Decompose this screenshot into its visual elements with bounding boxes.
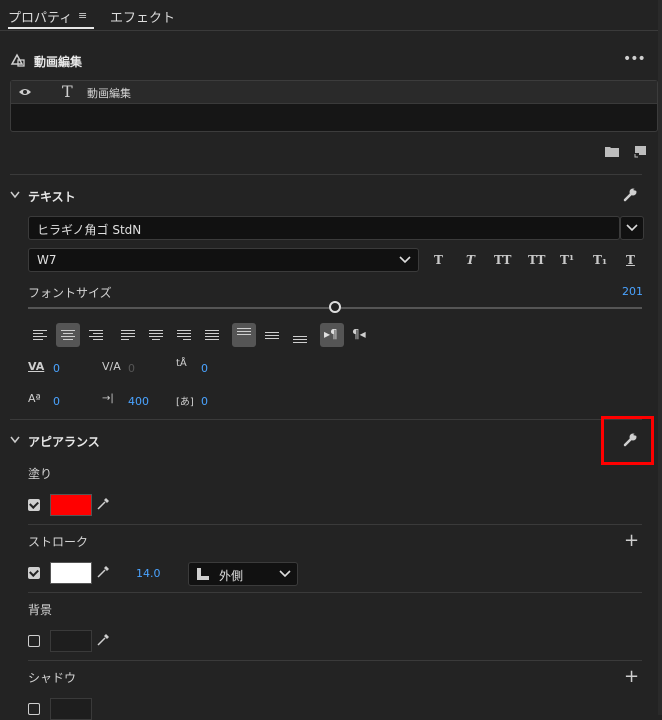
align-left-button[interactable] — [28, 323, 52, 347]
layer-row[interactable]: T 動画編集 — [11, 81, 657, 104]
align-bottom-button[interactable] — [288, 323, 312, 347]
leading-value[interactable]: 0 — [201, 362, 208, 375]
active-tab-indicator — [8, 27, 94, 29]
folder-icon[interactable] — [605, 146, 619, 157]
superscript-button[interactable]: T¹ — [560, 253, 574, 267]
stroke-label: ストローク — [28, 535, 89, 549]
layer-name: 動画編集 — [87, 87, 131, 100]
stroke-position-value: 外側 — [219, 569, 244, 583]
eyedropper-icon[interactable] — [96, 497, 110, 511]
justify-left-button[interactable] — [116, 323, 140, 347]
background-label: 背景 — [28, 603, 53, 617]
kerning-value[interactable]: 0 — [53, 362, 60, 375]
baseline-shift-icon[interactable]: Aª — [28, 392, 41, 405]
paragraph-ltr-icon: ▸¶ — [324, 327, 338, 341]
shadow-label: シャドウ — [28, 671, 77, 685]
tab-effects[interactable]: エフェクト — [110, 7, 175, 26]
stroke-position-select[interactable]: 外側 — [188, 562, 298, 586]
stroke-checkbox[interactable] — [28, 567, 40, 579]
shadow-checkbox[interactable] — [28, 703, 40, 715]
subscript-button[interactable]: T₁ — [593, 253, 607, 267]
chevron-down-icon — [626, 224, 638, 232]
clip-title: 動画編集 — [34, 55, 83, 69]
add-shadow-icon[interactable]: + — [624, 668, 639, 686]
font-size-label: フォントサイズ — [28, 286, 112, 300]
align-middle-button[interactable] — [260, 323, 284, 347]
eye-icon[interactable] — [18, 87, 32, 97]
tracking-icon[interactable]: V/A — [102, 360, 121, 373]
shadow-color-swatch[interactable] — [50, 698, 92, 720]
text-section-title[interactable]: テキスト — [28, 188, 76, 205]
text-direction-rtl-button[interactable]: ¶◂ — [348, 323, 372, 347]
tracking-value[interactable]: 0 — [128, 362, 135, 375]
stroke-width-value[interactable]: 14.0 — [136, 567, 161, 580]
font-family-dropdown-button[interactable] — [620, 216, 644, 240]
eyedropper-icon[interactable] — [96, 633, 110, 647]
font-style-value: W7 — [37, 253, 57, 267]
divider — [28, 592, 642, 593]
divider — [28, 524, 642, 525]
faux-bold-button[interactable]: T — [434, 253, 443, 267]
align-center-button[interactable] — [56, 323, 80, 347]
hamburger-icon[interactable]: ≡ — [78, 9, 87, 22]
tab-properties[interactable]: プロパティ — [8, 7, 72, 26]
small-caps-button[interactable]: TT — [528, 253, 545, 267]
appearance-section-title[interactable]: アピアランス — [28, 433, 100, 450]
baseline-shift-value[interactable]: 0 — [53, 395, 60, 408]
tsume-icon[interactable]: [あ] — [176, 393, 194, 408]
font-family-value: ヒラギノ角ゴ StdN — [37, 223, 142, 237]
chevron-down-icon — [399, 256, 411, 264]
divider — [28, 660, 642, 661]
align-top-button[interactable] — [232, 323, 256, 347]
background-checkbox[interactable] — [28, 635, 40, 647]
leading-icon[interactable]: tÅ — [176, 358, 187, 369]
add-stroke-icon[interactable]: + — [624, 532, 639, 550]
all-caps-button[interactable]: TT — [494, 253, 511, 267]
fill-color-swatch[interactable] — [50, 494, 92, 516]
align-right-button[interactable] — [84, 323, 108, 347]
background-color-swatch[interactable] — [50, 630, 92, 652]
text-direction-ltr-button[interactable]: ▸¶ — [320, 323, 344, 347]
justify-right-button[interactable] — [172, 323, 196, 347]
fill-checkbox[interactable] — [28, 499, 40, 511]
divider — [10, 419, 642, 420]
kerning-icon[interactable]: VA — [28, 360, 44, 373]
font-style-select[interactable]: W7 — [28, 248, 419, 272]
new-layer-icon[interactable] — [634, 146, 646, 158]
underline-button[interactable]: T — [626, 253, 635, 267]
justify-all-button[interactable] — [200, 323, 224, 347]
highlight-box — [601, 416, 654, 465]
text-tool-icon: T — [62, 82, 73, 101]
wrench-icon[interactable] — [623, 188, 637, 202]
font-size-value[interactable]: 201 — [622, 285, 643, 298]
stroke-outer-icon — [197, 568, 209, 580]
tsume-value[interactable]: 0 — [201, 395, 208, 408]
faux-italic-button[interactable]: T — [466, 253, 475, 267]
stroke-color-swatch[interactable] — [50, 562, 92, 584]
chevron-down-icon[interactable] — [10, 436, 20, 444]
layer-list[interactable]: T 動画編集 — [10, 80, 658, 132]
justify-center-button[interactable] — [144, 323, 168, 347]
paragraph-rtl-icon: ¶◂ — [352, 327, 366, 341]
tab-divider — [0, 30, 658, 31]
fill-label: 塗り — [28, 467, 53, 481]
graphic-clip-icon — [10, 53, 25, 67]
more-icon[interactable]: ••• — [623, 51, 646, 67]
tab-width-icon[interactable]: →| — [102, 393, 114, 404]
font-size-slider-thumb[interactable] — [329, 301, 341, 313]
divider — [10, 174, 642, 175]
chevron-down-icon[interactable] — [10, 191, 20, 199]
font-family-select[interactable]: ヒラギノ角ゴ StdN — [28, 216, 620, 240]
scrollbar[interactable] — [658, 0, 662, 715]
tab-width-value[interactable]: 400 — [128, 395, 149, 408]
chevron-down-icon — [279, 570, 291, 578]
eyedropper-icon[interactable] — [96, 565, 110, 579]
